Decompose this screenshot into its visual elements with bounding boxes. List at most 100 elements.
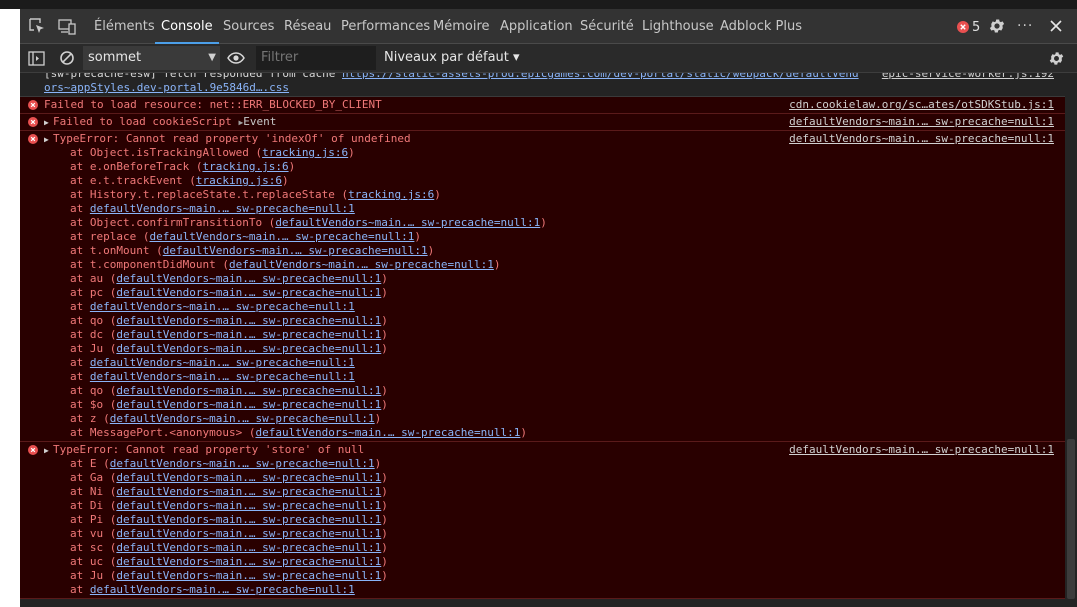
tab-r-seau[interactable]: Réseau (284, 9, 331, 43)
resource-link[interactable]: ors~appStyles.dev-portal.9e5846d….css (44, 81, 289, 94)
stack-location-link[interactable]: defaultVendors~main.… sw-precache=null:1 (116, 314, 381, 327)
stack-location-link[interactable]: defaultVendors~main.… sw-precache=null:1 (116, 569, 381, 582)
source-link[interactable]: cdn.cookielaw.org/sc…ates/otSDKStub.js:1 (789, 98, 1054, 111)
stack-frame: at e.onBeforeTrack (tracking.js:6) (70, 160, 296, 173)
stack-frame: at z (defaultVendors~main.… sw-precache=… (70, 412, 382, 425)
stack-frame: at sc (defaultVendors~main.… sw-precache… (70, 541, 388, 554)
stack-frame: at Object.isTrackingAllowed (tracking.js… (70, 146, 355, 159)
stack-location-link[interactable]: defaultVendors~main.… sw-precache=null:1 (116, 342, 381, 355)
devtools-tab-bar: Éléments Console Sources Réseau Performances… (20, 9, 1077, 44)
stack-location-link[interactable]: defaultVendors~main.… sw-precache=null:1 (90, 356, 355, 369)
context-selector[interactable]: sommet ▼ (83, 46, 220, 70)
source-link[interactable]: defaultVendors~main.… sw-precache=null:1 (789, 443, 1054, 456)
stack-location-link[interactable]: defaultVendors~main.… sw-precache=null:1 (116, 527, 381, 540)
stack-location-link[interactable]: defaultVendors~main.… sw-precache=null:1 (116, 328, 381, 341)
stack-frame: at qo (defaultVendors~main.… sw-precache… (70, 384, 388, 397)
error-icon (28, 134, 38, 147)
stack-location-link[interactable]: defaultVendors~main.… sw-precache=null:1 (110, 457, 375, 470)
stack-location-link[interactable]: defaultVendors~main.… sw-precache=null:1 (110, 412, 375, 425)
stack-location-link[interactable]: defaultVendors~main.… sw-precache=null:1 (116, 272, 381, 285)
console-sidebar-toggle-icon[interactable] (28, 50, 45, 71)
source-link[interactable]: defaultVendors~main.… sw-precache=null:1 (789, 115, 1054, 128)
stack-location-link[interactable]: defaultVendors~main.… sw-precache=null:1 (116, 485, 381, 498)
stack-location-link[interactable]: tracking.js:6 (348, 188, 434, 201)
scrollbar-thumb[interactable] (1067, 439, 1075, 599)
stack-location-link[interactable]: defaultVendors~main.… sw-precache=null:1 (90, 370, 355, 383)
tab-performances[interactable]: Performances (341, 9, 430, 43)
tab-m-moire[interactable]: Mémoire (433, 9, 490, 43)
device-toolbar-icon[interactable] (58, 17, 76, 35)
resource-link[interactable]: https://static-assets-prod.epicgames.com… (342, 73, 859, 80)
stack-function: Di (89, 499, 104, 512)
live-expression-eye-icon[interactable] (227, 50, 245, 70)
tab-application[interactable]: Application (500, 9, 573, 43)
stack-function: Ju (89, 569, 104, 582)
stack-function: Ga (89, 471, 104, 484)
log-levels-dropdown[interactable]: Niveaux par défaut ▾ (384, 46, 520, 70)
stack-location-link[interactable]: defaultVendors~main.… sw-precache=null:1 (90, 583, 355, 596)
settings-gear-icon[interactable] (988, 17, 1006, 35)
stack-location-link[interactable]: defaultVendors~main.… sw-precache=null:1 (229, 258, 494, 271)
stack-location-link[interactable]: defaultVendors~main.… sw-precache=null:1 (116, 384, 381, 397)
error-text: Failed to load cookieScript (53, 115, 232, 128)
stack-location-link[interactable]: defaultVendors~main.… sw-precache=null:1 (116, 513, 381, 526)
stack-location-link[interactable]: defaultVendors~main.… sw-precache=null:1 (90, 300, 355, 313)
stack-frame: at Ni (defaultVendors~main.… sw-precache… (70, 485, 388, 498)
source-link[interactable]: defaultVendors~main.… sw-precache=null:1 (789, 132, 1054, 145)
tab-s-curit-[interactable]: Sécurité (580, 9, 634, 43)
tab-lighthouse[interactable]: Lighthouse (642, 9, 714, 43)
expand-triangle-icon[interactable]: ▶ (44, 444, 53, 458)
stack-frame: at au (defaultVendors~main.… sw-precache… (70, 272, 388, 285)
expand-triangle-icon[interactable]: ▶ (44, 133, 53, 147)
expand-triangle-icon[interactable]: ▶ (44, 116, 53, 130)
message-text: [sw-precache-esw] fetch responded from c… (44, 73, 343, 80)
stack-frame: at History.t.replaceState.t.replaceState… (70, 188, 441, 201)
console-messages: [sw-precache-esw] fetch responded from c… (20, 73, 1077, 607)
error-icon (28, 117, 38, 130)
stack-location-link[interactable]: defaultVendors~main.… sw-precache=null:1 (116, 555, 381, 568)
stack-location-link[interactable]: defaultVendors~main.… sw-precache=null:1 (116, 541, 381, 554)
error-count-badge[interactable]: 5 (957, 18, 980, 36)
stack-location-link[interactable]: defaultVendors~main.… sw-precache=null:1 (116, 398, 381, 411)
clear-console-icon[interactable] (59, 50, 75, 70)
console-settings-gear-icon[interactable] (1048, 50, 1065, 71)
stack-location-link[interactable]: defaultVendors~main.… sw-precache=null:1 (163, 244, 428, 257)
stack-function: e.t.trackEvent (89, 174, 183, 187)
stack-function: Ni (89, 485, 104, 498)
stack-location-link[interactable]: defaultVendors~main.… sw-precache=null:1 (149, 230, 414, 243)
stack-function: t.onMount (89, 244, 150, 257)
inspect-element-icon[interactable] (28, 17, 46, 35)
stack-frame: at t.componentDidMount (defaultVendors~m… (70, 258, 501, 271)
error-icon (28, 100, 38, 113)
stack-location-link[interactable]: defaultVendors~main.… sw-precache=null:1 (116, 471, 381, 484)
stack-location-link[interactable]: tracking.js:6 (262, 146, 348, 159)
tab-console[interactable]: Console (155, 9, 219, 44)
message-line: ors~appStyles.dev-portal.9e5846d….css (44, 81, 1077, 95)
stack-location-link[interactable]: defaultVendors~main.… sw-precache=null:1 (116, 286, 381, 299)
stack-function: sc (89, 541, 104, 554)
stack-frame: at MessagePort.<anonymous> (defaultVendo… (70, 426, 527, 439)
stack-location-link[interactable]: defaultVendors~main.… sw-precache=null:1 (90, 202, 355, 215)
tab-adblock-plus[interactable]: Adblock Plus (720, 9, 802, 43)
tab--l-ments[interactable]: Éléments (94, 9, 155, 43)
console-error-message: ▶ TypeError: Cannot read property 'indexO… (20, 131, 1077, 442)
more-options-icon[interactable]: ··· (1017, 18, 1037, 36)
stack-location-link[interactable]: defaultVendors~main.… sw-precache=null:1 (255, 426, 520, 439)
console-error-message: ▶ Failed to load cookieScript ▶Event defau… (20, 114, 1077, 131)
console-scrollbar[interactable] (1065, 73, 1077, 607)
stack-location-link[interactable]: defaultVendors~main.… sw-precache=null:1 (116, 499, 381, 512)
filter-input[interactable] (256, 46, 376, 70)
stack-frame: at $o (defaultVendors~main.… sw-precache… (70, 398, 388, 411)
stack-location-link[interactable]: tracking.js:6 (196, 174, 282, 187)
console-toolbar: sommet ▼ Niveaux par défaut ▾ (20, 44, 1077, 73)
tab-sources[interactable]: Sources (223, 9, 274, 43)
context-value: sommet (88, 50, 142, 65)
source-link[interactable]: epic-service-worker.js:192 (882, 73, 1054, 80)
error-icon (957, 21, 969, 33)
close-icon[interactable] (1047, 17, 1065, 35)
window-top-strip (0, 0, 1077, 9)
stack-location-link[interactable]: defaultVendors~main.… sw-precache=null:1 (275, 216, 540, 229)
stack-function: e.onBeforeTrack (89, 160, 190, 173)
stack-location-link[interactable]: tracking.js:6 (202, 160, 288, 173)
event-object[interactable]: Event (243, 115, 276, 128)
